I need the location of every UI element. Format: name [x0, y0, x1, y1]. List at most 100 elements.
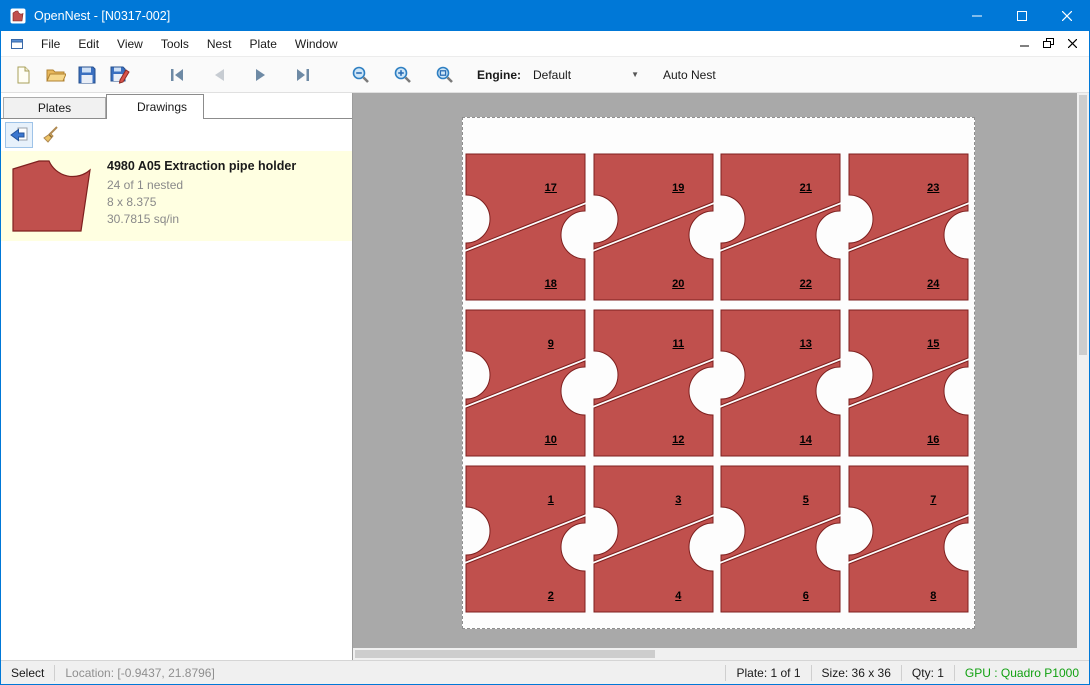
menu-plate[interactable]: Plate	[241, 33, 286, 55]
last-arrow-icon	[294, 67, 312, 83]
tab-drawings[interactable]: Drawings	[106, 94, 204, 119]
menu-bar: File Edit View Tools Nest Plate Window	[1, 31, 1089, 56]
vertical-scrollbar[interactable]	[1077, 93, 1089, 648]
new-file-icon	[13, 65, 33, 85]
close-button[interactable]	[1044, 1, 1089, 31]
part-thumbnail	[9, 157, 95, 235]
engine-value: Default	[533, 68, 631, 82]
nest-part-pair[interactable]: 9 10	[464, 308, 588, 458]
drawing-area: 30.7815 sq/in	[107, 211, 296, 228]
auto-nest-button[interactable]: Auto Nest	[663, 68, 716, 82]
engine-label: Engine:	[477, 68, 521, 82]
first-plate-button[interactable]	[161, 60, 193, 90]
status-location: Location: [-0.9437, 21.8796]	[55, 666, 224, 680]
left-panel: Plates Drawings	[1, 93, 353, 660]
vertical-scrollbar-thumb[interactable]	[1079, 95, 1087, 355]
nest-part-pair[interactable]: 56	[719, 464, 843, 614]
app-icon	[10, 8, 26, 24]
part-number: 3	[675, 494, 681, 506]
plate[interactable]: 171819202122232491011121314151612345678	[462, 117, 975, 629]
window-title: OpenNest - [N0317-002]	[34, 9, 954, 23]
open-folder-icon	[45, 64, 66, 85]
part-number: 16	[927, 434, 939, 446]
save-button[interactable]	[71, 60, 103, 90]
nest-canvas[interactable]: 171819202122232491011121314151612345678	[353, 93, 1089, 660]
new-button[interactable]	[7, 60, 39, 90]
zoom-in-icon	[393, 65, 413, 85]
part-number: 13	[800, 338, 812, 350]
next-arrow-icon	[252, 67, 270, 83]
zoom-out-icon	[351, 65, 371, 85]
part-number: 14	[800, 434, 812, 446]
menu-file[interactable]: File	[32, 33, 69, 55]
part-number: 20	[672, 278, 684, 290]
previous-arrow-icon	[210, 67, 228, 83]
nest-part-pair[interactable]: 1516	[847, 308, 971, 458]
part-number: 19	[672, 182, 684, 194]
drawing-list-item[interactable]: 4980 A05 Extraction pipe holder 24 of 1 …	[1, 151, 352, 241]
open-button[interactable]	[39, 60, 71, 90]
next-plate-button[interactable]	[245, 60, 277, 90]
part-number: 9	[548, 338, 554, 350]
menu-edit[interactable]: Edit	[69, 33, 108, 55]
return-drawing-button[interactable]	[5, 122, 33, 148]
save-as-button[interactable]	[103, 60, 135, 90]
maximize-button[interactable]	[999, 1, 1044, 31]
part-number: 24	[927, 278, 939, 290]
drawings-toolbar	[1, 119, 352, 151]
part-number: 11	[672, 338, 684, 350]
zoom-fit-icon	[435, 65, 455, 85]
part-number: 5	[803, 494, 809, 506]
nest-part-pair[interactable]: 23 24	[847, 152, 971, 302]
nest-part-pair[interactable]: 12	[464, 464, 588, 614]
menu-tools[interactable]: Tools	[152, 33, 198, 55]
part-number: 1	[548, 494, 554, 506]
menu-window[interactable]: Window	[286, 33, 347, 55]
nest-part-pair[interactable]: 13 14	[719, 308, 843, 458]
child-restore-button[interactable]	[1037, 34, 1059, 54]
status-qty: Qty: 1	[902, 666, 954, 680]
main-toolbar: Engine: Default ▼ Auto Nest	[1, 56, 1089, 93]
title-bar: OpenNest - [N0317-002]	[1, 1, 1089, 31]
status-size: Size: 36 x 36	[812, 666, 901, 680]
chevron-down-icon: ▼	[631, 70, 639, 79]
child-close-button[interactable]	[1061, 34, 1083, 54]
previous-plate-button[interactable]	[203, 60, 235, 90]
part-number: 2	[548, 590, 554, 602]
nest-part-pair[interactable]: 1920	[592, 152, 716, 302]
status-bar: Select Location: [-0.9437, 21.8796] Plat…	[1, 660, 1089, 684]
nest-part-pair[interactable]: 11 12	[592, 308, 716, 458]
nest-part-pair[interactable]: 1718	[464, 152, 588, 302]
last-plate-button[interactable]	[287, 60, 319, 90]
part-number: 17	[545, 182, 557, 194]
nest-part-pair[interactable]: 34	[592, 464, 716, 614]
status-gpu: GPU : Quadro P1000	[955, 666, 1089, 680]
part-number: 6	[803, 590, 809, 602]
menu-nest[interactable]: Nest	[198, 33, 241, 55]
broom-icon	[41, 125, 61, 145]
menu-view[interactable]: View	[108, 33, 152, 55]
part-number: 21	[800, 182, 812, 194]
zoom-in-button[interactable]	[387, 60, 419, 90]
drawing-info: 4980 A05 Extraction pipe holder 24 of 1 …	[107, 157, 296, 235]
minimize-button[interactable]	[954, 1, 999, 31]
nest-part-pair[interactable]: 78	[847, 464, 971, 614]
nest-part-pair[interactable]: 2122	[719, 152, 843, 302]
drawing-nested-count: 24 of 1 nested	[107, 177, 296, 194]
engine-select[interactable]: Default ▼	[527, 63, 645, 87]
clear-button[interactable]	[37, 122, 65, 148]
status-mode: Select	[1, 666, 54, 680]
child-minimize-button[interactable]	[1013, 34, 1035, 54]
horizontal-scrollbar-thumb[interactable]	[355, 650, 655, 658]
part-number: 12	[672, 434, 684, 446]
first-arrow-icon	[168, 67, 186, 83]
status-plate: Plate: 1 of 1	[726, 666, 810, 680]
part-number: 10	[545, 434, 557, 446]
horizontal-scrollbar[interactable]	[353, 648, 1077, 660]
zoom-out-button[interactable]	[345, 60, 377, 90]
tab-plates[interactable]: Plates	[3, 97, 106, 119]
zoom-fit-button[interactable]	[429, 60, 461, 90]
part-number: 23	[927, 182, 939, 194]
part-number: 7	[930, 494, 936, 506]
plate-tiles: 171819202122232491011121314151612345678	[463, 118, 974, 628]
